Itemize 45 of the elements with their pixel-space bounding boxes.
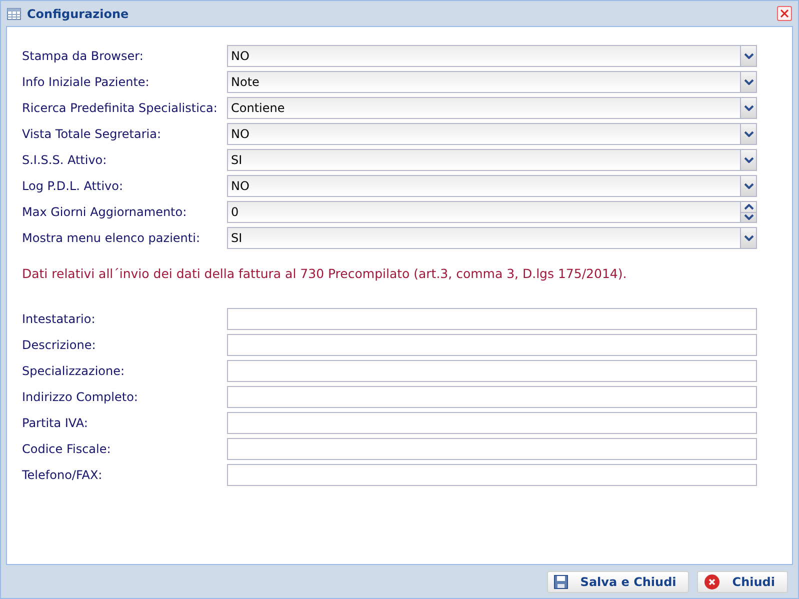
select-field[interactable]: SI bbox=[227, 227, 757, 249]
dropdown-button[interactable] bbox=[740, 228, 756, 248]
close-button[interactable]: Chiudi bbox=[697, 570, 788, 592]
field-label: Specializzazione: bbox=[22, 362, 126, 380]
close-icon bbox=[704, 574, 720, 590]
dropdown-button[interactable] bbox=[740, 150, 756, 170]
field-label: Telefono/FAX: bbox=[22, 466, 104, 484]
field-label: Vista Totale Segretaria: bbox=[22, 126, 162, 143]
close-icon bbox=[780, 9, 789, 18]
field-label: Intestatario: bbox=[22, 310, 96, 328]
field-label: Partita IVA: bbox=[22, 414, 89, 432]
input-field[interactable] bbox=[227, 464, 757, 486]
table-icon bbox=[7, 8, 21, 20]
input-field[interactable] bbox=[227, 438, 757, 460]
field-label: Log P.D.L. Attivo: bbox=[22, 178, 124, 195]
select-field[interactable]: SI bbox=[227, 149, 757, 171]
dropdown-button[interactable] bbox=[740, 176, 756, 196]
select-field[interactable]: Note bbox=[227, 71, 757, 93]
select-field[interactable]: NO bbox=[227, 45, 757, 67]
field-label: Info Iniziale Paziente: bbox=[22, 74, 150, 91]
select-field[interactable]: NO bbox=[227, 123, 757, 145]
info-note: Dati relativi all´invio dei dati della fattura al 730 Precompilato (art.3, comma 3, D.lgs 175/2014). bbox=[22, 265, 628, 283]
field-label: Descrizione: bbox=[22, 336, 97, 354]
dropdown-button[interactable] bbox=[740, 46, 756, 66]
field-label: Codice Fiscale: bbox=[22, 440, 112, 458]
dropdown-button[interactable] bbox=[740, 72, 756, 92]
select-field[interactable]: Contiene bbox=[227, 97, 757, 119]
window-title: Configurazione bbox=[27, 6, 130, 22]
input-field[interactable] bbox=[227, 360, 757, 382]
number-field[interactable]: 0 bbox=[227, 201, 757, 223]
input-field[interactable] bbox=[227, 308, 757, 330]
dropdown-button[interactable] bbox=[740, 98, 756, 118]
dropdown-button[interactable] bbox=[740, 124, 756, 144]
input-field[interactable] bbox=[227, 334, 757, 356]
field-label: Max Giorni Aggiornamento: bbox=[22, 204, 188, 221]
field-label: Ricerca Predefinita Specialistica: bbox=[22, 100, 218, 117]
field-label: S.I.S.S. Attivo: bbox=[22, 152, 108, 169]
input-field[interactable] bbox=[227, 386, 757, 408]
save-button[interactable]: Salva e Chiudi bbox=[547, 570, 690, 592]
select-field[interactable]: NO bbox=[227, 175, 757, 197]
input-field[interactable] bbox=[227, 412, 757, 434]
field-label: Indirizzo Completo: bbox=[22, 388, 139, 406]
field-label: Stampa da Browser: bbox=[22, 48, 144, 65]
field-label: Mostra menu elenco pazienti: bbox=[22, 230, 201, 247]
close-button[interactable] bbox=[777, 6, 792, 21]
